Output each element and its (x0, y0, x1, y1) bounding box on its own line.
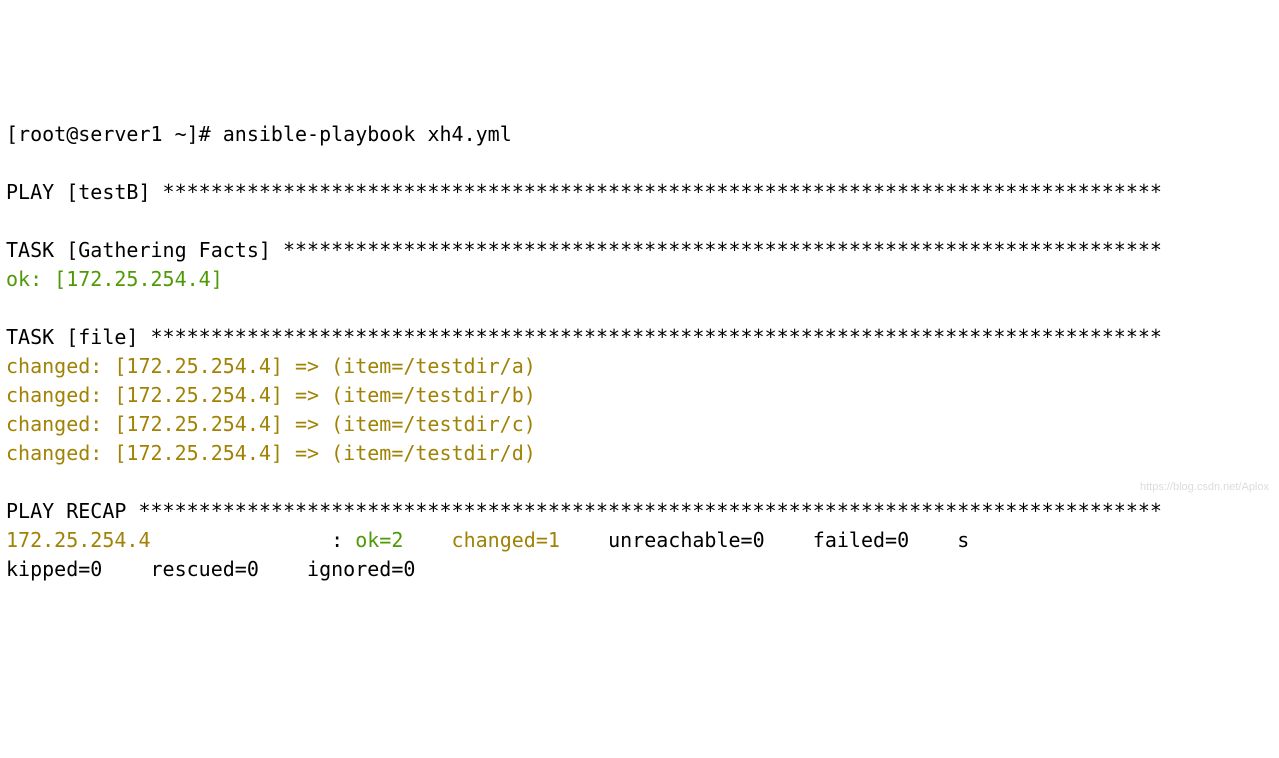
task-ok-line: ok: [172.25.254.4] (6, 267, 223, 291)
recap-changed: changed=1 (440, 528, 597, 552)
recap-ok: ok=2 (355, 528, 439, 552)
recap-host: 172.25.254.4 (6, 528, 331, 552)
play-header: PLAY [testB] ***************************… (6, 180, 1162, 204)
recap-line2: kipped=0 rescued=0 ignored=0 (6, 557, 415, 581)
task-changed-line: changed: [172.25.254.4] => (item=/testdi… (6, 441, 536, 465)
task-gathering-facts-header: TASK [Gathering Facts] *****************… (6, 238, 1162, 262)
command-text: ansible-playbook xh4.yml (223, 122, 512, 146)
play-recap-header: PLAY RECAP *****************************… (6, 499, 1162, 523)
task-file-header: TASK [file] ****************************… (6, 325, 1162, 349)
recap-failed: failed=0 (801, 528, 946, 552)
task-changed-line: changed: [172.25.254.4] => (item=/testdi… (6, 412, 536, 436)
recap-wrap: s (945, 528, 969, 552)
recap-colon: : (331, 528, 355, 552)
task-changed-line: changed: [172.25.254.4] => (item=/testdi… (6, 383, 536, 407)
recap-unreachable: unreachable=0 (596, 528, 801, 552)
terminal-output: [root@server1 ~]# ansible-playbook xh4.y… (6, 120, 1273, 584)
task-changed-line: changed: [172.25.254.4] => (item=/testdi… (6, 354, 536, 378)
watermark-text: https://blog.csdn.net/Aplox (1140, 480, 1269, 496)
shell-prompt: [root@server1 ~]# (6, 122, 223, 146)
